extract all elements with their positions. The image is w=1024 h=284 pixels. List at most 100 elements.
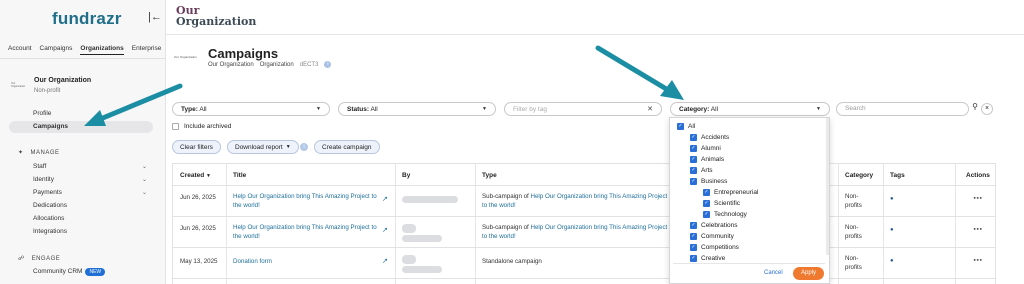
create-campaign-label: Create campaign: [322, 143, 372, 151]
sidebar-item-campaigns[interactable]: Campaigns: [33, 123, 68, 130]
created-date: Jun 26, 2025: [180, 194, 216, 201]
category-option[interactable]: ✓ Animals: [690, 156, 724, 163]
dropdown-scrollbar[interactable]: [826, 118, 829, 255]
create-campaign-button[interactable]: Create campaign: [314, 140, 380, 154]
category-option[interactable]: ✓ Arts: [690, 167, 713, 174]
community-crm-label: Community CRM: [33, 268, 83, 275]
category-option[interactable]: ✓ Alumni: [690, 145, 721, 152]
chevron-down-icon[interactable]: ⌄: [142, 163, 147, 170]
fundrazr-logo[interactable]: fundrazr: [52, 9, 122, 29]
category-option[interactable]: ✓ Community: [690, 233, 734, 240]
checkbox-checked-icon[interactable]: ✓: [703, 189, 710, 196]
download-report-button[interactable]: Download report ▼: [227, 140, 299, 154]
checkbox-checked-icon[interactable]: ✓: [690, 244, 697, 251]
checkbox-checked-icon[interactable]: ✓: [690, 178, 697, 185]
collapse-left-icon[interactable]: |←: [148, 11, 162, 23]
manage-heading: MANAGE: [30, 149, 60, 156]
checkbox-checked-icon[interactable]: ✓: [690, 156, 697, 163]
row-actions-icon[interactable]: ⋯: [973, 193, 982, 204]
created-date: May 13, 2025: [180, 258, 218, 265]
tab-campaigns[interactable]: Campaigns: [40, 45, 73, 55]
search-input[interactable]: Search: [836, 102, 969, 116]
col-type-header[interactable]: Type: [482, 172, 497, 179]
search-icon[interactable]: ⚲: [969, 102, 981, 116]
table-row[interactable]: May 13, 2025 Donation form ↗ Standalone …: [173, 248, 995, 279]
manage-section-head: ✦ MANAGE: [18, 149, 60, 157]
row-actions-icon[interactable]: ⋯: [973, 224, 982, 235]
tab-account[interactable]: Account: [8, 45, 32, 55]
category-option-all[interactable]: ✓ All: [677, 123, 695, 130]
clear-search-icon[interactable]: ×: [981, 103, 993, 115]
category-option[interactable]: ✓ Accidents: [690, 134, 729, 141]
category-option[interactable]: ✓ Celebrations: [690, 222, 738, 229]
sidebar-item-community-crm[interactable]: Community CRM NEW: [33, 268, 106, 276]
col-tags-header: Tags: [890, 172, 905, 179]
help-icon[interactable]: i: [300, 143, 308, 151]
clear-filters-label: Clear filters: [180, 143, 213, 151]
checkbox-checked-icon[interactable]: ✓: [703, 200, 710, 207]
tab-organizations[interactable]: Organizations: [80, 45, 124, 55]
checkbox-checked-icon[interactable]: ✓: [690, 134, 697, 141]
campaign-title-link[interactable]: Help Our Organization bring This Amazing…: [233, 223, 383, 241]
table-row[interactable]: Jun 26, 2025 Help Our Organization bring…: [173, 217, 995, 248]
org-header-logo[interactable]: Our Organization: [176, 5, 256, 27]
apply-button[interactable]: Apply: [793, 267, 824, 280]
checkbox-checked-icon[interactable]: ✓: [690, 145, 697, 152]
category-suboption[interactable]: ✓ Technology: [703, 211, 747, 218]
option-label: Community: [701, 233, 734, 240]
category-option[interactable]: ✓ Business: [690, 178, 727, 185]
checkbox-checked-icon[interactable]: ✓: [690, 167, 697, 174]
external-link-icon[interactable]: ↗: [382, 195, 388, 203]
sidebar-item-payments[interactable]: Payments: [33, 189, 62, 196]
col-by-header[interactable]: By: [402, 172, 410, 179]
option-label: Competitions: [701, 244, 739, 251]
col-category-header[interactable]: Category: [845, 172, 873, 179]
tag-icon[interactable]: ●: [890, 258, 894, 264]
sidebar-item-integrations[interactable]: Integrations: [33, 228, 67, 235]
sidebar-item-allocations[interactable]: Allocations: [33, 215, 64, 222]
status-value: All: [370, 105, 378, 113]
row-actions-icon[interactable]: ⋯: [973, 255, 982, 266]
external-link-icon[interactable]: ↗: [382, 257, 388, 265]
download-report-label: Download report: [235, 143, 283, 151]
app-root: fundrazr |← Account Campaigns Organizati…: [0, 0, 1024, 284]
clear-filters-button[interactable]: Clear filters: [172, 140, 221, 154]
tab-enterprise[interactable]: Enterprise: [132, 45, 162, 55]
external-link-icon[interactable]: ↗: [382, 226, 388, 234]
category-option[interactable]: ✓ Creative: [690, 255, 725, 262]
checkbox-checked-icon[interactable]: ✓: [690, 233, 697, 240]
type-select[interactable]: Type: All ▼: [172, 102, 330, 116]
tag-icon[interactable]: ●: [890, 227, 894, 233]
category-dropdown[interactable]: ✓ All ✓ Accidents ✓ Alumni ✓ Animals ✓ Arts ✓…: [669, 117, 830, 284]
checkbox-checked-icon[interactable]: ✓: [690, 222, 697, 229]
category-suboption[interactable]: ✓ Scientific: [703, 200, 740, 207]
category-option[interactable]: ✓ Competitions: [690, 244, 739, 251]
checkbox-checked-icon[interactable]: ✓: [677, 123, 684, 130]
campaign-title-link[interactable]: Donation form: [233, 258, 272, 265]
table-row[interactable]: Jun 26, 2025 Help Our Organization bring…: [173, 186, 995, 217]
sidebar-item-staff[interactable]: Staff: [33, 163, 46, 170]
category-select[interactable]: Category: All ▼: [670, 102, 830, 116]
checkbox-checked-icon[interactable]: ✓: [690, 255, 697, 262]
chevron-down-icon[interactable]: ⌄: [142, 176, 147, 183]
info-icon[interactable]: i: [324, 61, 332, 68]
campaign-title-link[interactable]: Help Our Organization bring This Amazing…: [233, 192, 383, 210]
option-label: Scientific: [714, 200, 741, 207]
sidebar-item-profile[interactable]: Profile: [33, 110, 51, 117]
chevron-down-icon[interactable]: ⌄: [142, 189, 147, 196]
cancel-button[interactable]: Cancel: [764, 270, 783, 276]
breadcrumb-org[interactable]: Our Organization: [208, 62, 254, 68]
sidebar-item-dedications[interactable]: Dedications: [33, 202, 67, 209]
sidebar-item-identity[interactable]: Identity: [33, 176, 54, 183]
status-select[interactable]: Status: All ▼: [338, 102, 496, 116]
option-label: Business: [701, 178, 728, 185]
tag-filter-input[interactable]: Filter by tag ✕: [504, 102, 662, 116]
col-created-header[interactable]: Created ▼: [180, 172, 211, 179]
checkbox-checked-icon[interactable]: ✓: [703, 211, 710, 218]
tag-icon[interactable]: ●: [890, 196, 894, 202]
type-cell: Sub-campaign of Help Our Organization br…: [482, 223, 672, 241]
category-suboption[interactable]: ✓ Entrepreneurial: [703, 189, 758, 196]
close-icon[interactable]: ✕: [647, 105, 653, 113]
col-title-header[interactable]: Title: [233, 172, 246, 179]
dropdown-divider: [673, 263, 825, 264]
